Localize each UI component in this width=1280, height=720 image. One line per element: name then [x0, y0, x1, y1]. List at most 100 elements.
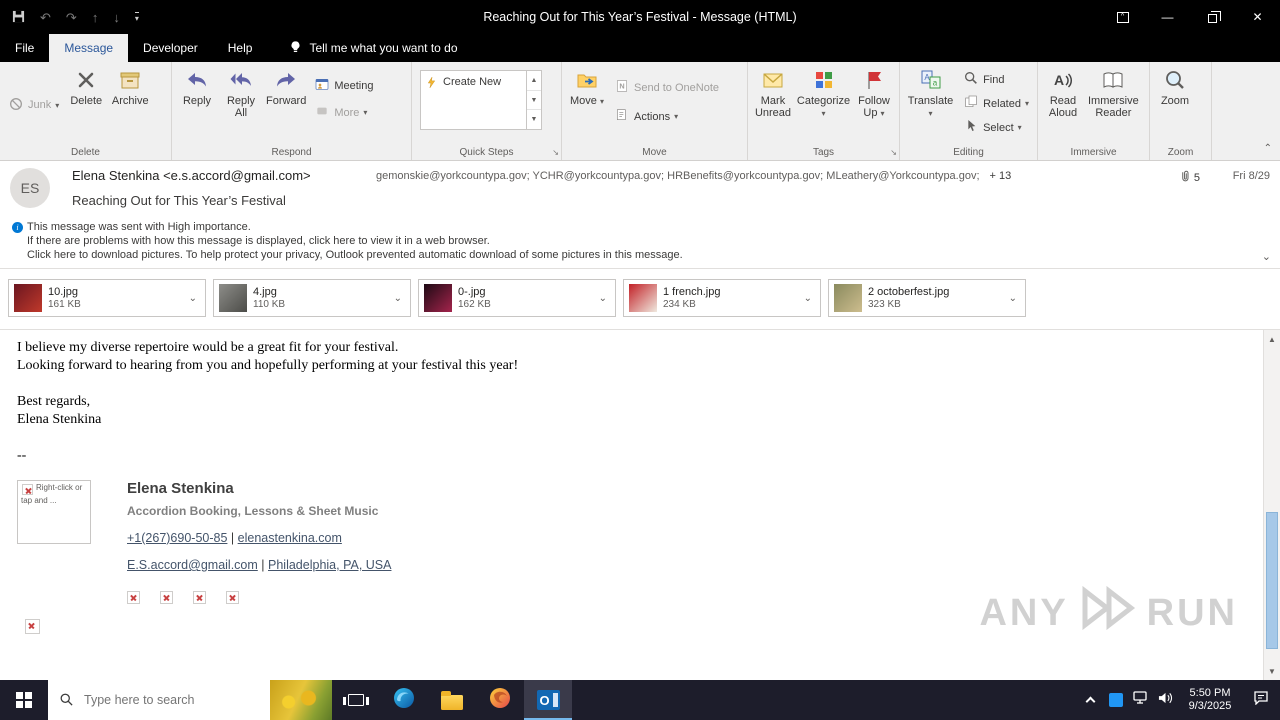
- attachment-card[interactable]: 4.jpg 110 KB ⌄: [213, 279, 411, 317]
- task-view-button[interactable]: [332, 680, 380, 720]
- tray-app-button[interactable]: [1103, 680, 1128, 720]
- collapse-header-chevron-icon[interactable]: ⌄: [1262, 250, 1271, 263]
- zoom-button[interactable]: Zoom: [1153, 63, 1197, 107]
- save-icon[interactable]: [12, 10, 25, 25]
- attachment-indicator[interactable]: 5: [1179, 169, 1200, 186]
- attachment-card[interactable]: 10.jpg 161 KB ⌄: [8, 279, 206, 317]
- avatar[interactable]: ES: [10, 168, 50, 208]
- redo-icon[interactable]: ↷: [66, 11, 77, 24]
- attachment-menu-chevron-icon[interactable]: ⌄: [799, 293, 817, 304]
- taskbar: O 5:50 PM 9/3/2025: [0, 680, 1280, 720]
- attachment-name: 1 french.jpg: [663, 286, 721, 298]
- related-button[interactable]: Related ▾: [958, 93, 1034, 114]
- restore-button[interactable]: [1190, 0, 1235, 34]
- search-highlight-image[interactable]: [270, 680, 332, 720]
- email-link[interactable]: E.S.accord@gmail.com: [127, 558, 258, 572]
- chevron-down-icon: ▾: [1024, 99, 1029, 108]
- more-respond-button[interactable]: More ▾: [309, 102, 378, 123]
- message-subject: Reaching Out for This Year’s Festival: [72, 193, 286, 208]
- action-center-button[interactable]: [1242, 680, 1280, 720]
- show-hidden-icons-button[interactable]: [1078, 680, 1103, 720]
- actions-icon: [614, 107, 630, 126]
- recipients-line[interactable]: gemonskie@yorkcountypa.gov; YCHR@yorkcou…: [376, 170, 1036, 182]
- location-link[interactable]: Philadelphia, PA, USA: [268, 558, 391, 572]
- tell-me-box[interactable]: Tell me what you want to do: [289, 34, 458, 62]
- reply-all-button[interactable]: Reply All: [219, 63, 263, 119]
- collapse-ribbon-icon[interactable]: ⌃: [1264, 143, 1272, 154]
- body-sender: Elena Stenkina: [17, 412, 102, 427]
- attachment-card[interactable]: 2 octoberfest.jpg 323 KB ⌄: [828, 279, 1026, 317]
- junk-button[interactable]: Junk ▾: [3, 95, 64, 116]
- archive-button[interactable]: Archive: [108, 63, 152, 107]
- body-scrollbar[interactable]: ▲ ▼: [1263, 330, 1280, 680]
- attachment-size: 161 KB: [48, 299, 81, 310]
- find-button[interactable]: Find: [958, 69, 1034, 90]
- network-button[interactable]: [1128, 680, 1153, 720]
- attachment-menu-chevron-icon[interactable]: ⌄: [1004, 293, 1022, 304]
- lightning-icon: [425, 76, 438, 92]
- close-button[interactable]: ✕: [1235, 0, 1280, 34]
- attachment-menu-chevron-icon[interactable]: ⌄: [389, 293, 407, 304]
- select-button[interactable]: Select ▾: [958, 117, 1034, 138]
- title-bar: ↶ ↷ ↑ ↓ ▾ Reaching Out for This Year’s F…: [0, 0, 1280, 34]
- delete-button[interactable]: Delete: [64, 63, 108, 107]
- attachment-card[interactable]: 1 french.jpg 234 KB ⌄: [623, 279, 821, 317]
- info-view-in-browser-link[interactable]: If there are problems with how this mess…: [27, 235, 490, 247]
- website-link[interactable]: elenastenkina.com: [238, 531, 342, 545]
- firefox-button[interactable]: [476, 680, 524, 720]
- tab-developer[interactable]: Developer: [128, 34, 213, 62]
- customize-qat-icon[interactable]: ▾: [134, 11, 139, 23]
- scroll-down-icon[interactable]: ▼: [527, 91, 541, 111]
- outlook-taskbar-button[interactable]: O: [524, 680, 572, 720]
- taskbar-clock[interactable]: 5:50 PM 9/3/2025: [1178, 687, 1242, 713]
- read-aloud-button[interactable]: A Read Aloud: [1041, 63, 1085, 119]
- immersive-reader-button[interactable]: Immersive Reader: [1085, 63, 1142, 119]
- search-input[interactable]: [84, 693, 244, 707]
- start-button[interactable]: [0, 680, 48, 720]
- follow-up-button[interactable]: Follow Up ▾: [852, 63, 896, 120]
- scroll-up-icon[interactable]: ▲: [527, 71, 541, 91]
- scrollbar-thumb[interactable]: [1266, 512, 1278, 649]
- chevron-down-icon: ▾: [599, 97, 604, 106]
- send-to-onenote-button[interactable]: N Send to OneNote: [609, 77, 724, 98]
- dialog-launcher-icon[interactable]: ↘: [552, 148, 559, 157]
- ribbon-display-options-button[interactable]: ^: [1100, 0, 1145, 34]
- chevron-up-icon: [1085, 696, 1096, 707]
- more-recipients-badge[interactable]: + 13: [990, 170, 1012, 182]
- phone-link[interactable]: +1(267)690-50-85: [127, 531, 227, 545]
- volume-button[interactable]: [1153, 680, 1178, 720]
- close-icon: ✕: [1252, 10, 1263, 24]
- chevron-down-icon: ▾: [880, 109, 885, 118]
- previous-item-icon[interactable]: ↑: [92, 11, 99, 24]
- meeting-button[interactable]: Meeting: [309, 75, 378, 96]
- gallery-more-icon[interactable]: ▼: [527, 110, 541, 129]
- scroll-down-arrow-icon[interactable]: ▼: [1264, 663, 1280, 679]
- move-button[interactable]: Move ▾: [565, 63, 609, 108]
- file-explorer-icon: [441, 690, 463, 710]
- categorize-button[interactable]: Categorize ▾: [795, 63, 852, 120]
- undo-icon[interactable]: ↶: [40, 11, 51, 24]
- actions-button[interactable]: Actions ▾: [609, 106, 724, 127]
- attachment-menu-chevron-icon[interactable]: ⌄: [594, 293, 612, 304]
- dialog-launcher-icon[interactable]: ↘: [890, 148, 897, 157]
- scroll-up-arrow-icon[interactable]: ▲: [1264, 331, 1280, 347]
- svg-text:N: N: [619, 82, 624, 91]
- file-explorer-button[interactable]: [428, 680, 476, 720]
- attachment-card[interactable]: 0-.jpg 162 KB ⌄: [418, 279, 616, 317]
- tab-file[interactable]: File: [0, 34, 49, 62]
- edge-button[interactable]: [380, 680, 428, 720]
- minimize-button[interactable]: —: [1145, 0, 1190, 34]
- mark-unread-button[interactable]: Mark Unread: [751, 63, 795, 119]
- sender-name-address[interactable]: Elena Stenkina <e.s.accord@gmail.com>: [72, 168, 311, 183]
- info-high-importance: This message was sent with High importan…: [27, 221, 251, 233]
- attachment-menu-chevron-icon[interactable]: ⌄: [184, 293, 202, 304]
- next-item-icon[interactable]: ↓: [113, 11, 120, 24]
- translate-button[interactable]: Aa Translate ▾: [903, 63, 958, 120]
- create-new-quick-step[interactable]: Create New: [421, 71, 526, 129]
- tab-help[interactable]: Help: [213, 34, 268, 62]
- tab-message[interactable]: Message: [49, 34, 129, 62]
- info-download-pictures-link[interactable]: Click here to download pictures. To help…: [27, 249, 683, 261]
- reply-button[interactable]: Reply: [175, 63, 219, 107]
- forward-button[interactable]: Forward: [263, 63, 309, 107]
- taskbar-search[interactable]: [48, 680, 332, 720]
